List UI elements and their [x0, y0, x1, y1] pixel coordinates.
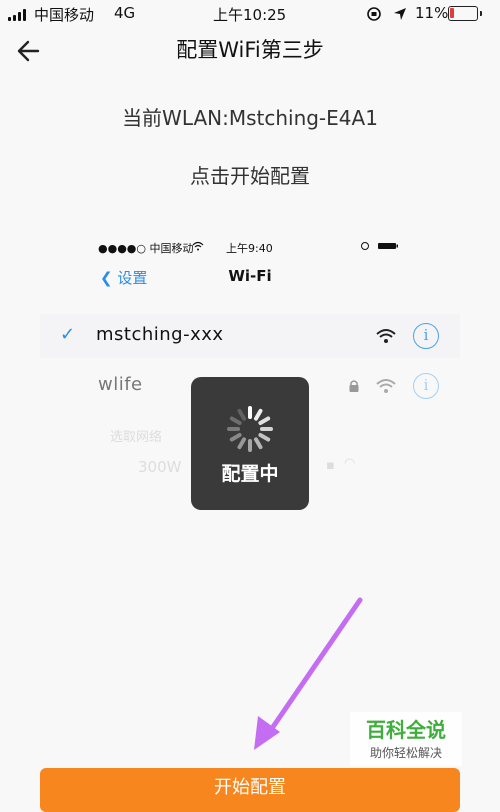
battery-percent: 11% — [415, 4, 449, 22]
illustration-carrier: ●●●●○ 中国移动 — [98, 242, 194, 255]
faded-lock-icon: ▪ — [326, 458, 335, 473]
network-row-selected: ✓ mstching-xxx i — [40, 314, 460, 358]
carrier-label: 中国移动 — [34, 6, 95, 24]
network-name: mstching-xxx — [96, 324, 224, 345]
faded-network-name: 300W — [138, 458, 182, 476]
wifi-signal-icon — [376, 379, 396, 393]
status-bar: 中国移动 4G 上午10:25 11% — [0, 0, 500, 28]
watermark-title: 百科全说 — [366, 718, 446, 742]
spinner-icon — [227, 406, 273, 452]
wifi-signal-icon — [376, 329, 396, 343]
illustration-battery-icon — [361, 242, 398, 250]
instruction-text: 点击开始配置 — [190, 164, 310, 188]
location-icon — [394, 8, 406, 20]
watermark-logo: 百科全说 助你轻松解决 — [350, 712, 462, 766]
signal-icon — [8, 9, 30, 21]
orientation-lock-icon — [367, 7, 381, 21]
start-config-button[interactable]: 开始配置 — [40, 768, 460, 812]
network-type: 4G — [114, 4, 136, 22]
illustration-time: 上午9:40 — [226, 242, 273, 255]
section-label: 选取网络 — [110, 430, 163, 445]
illustration-wifi-icon — [192, 241, 204, 251]
watermark-subtitle: 助你轻松解决 — [369, 746, 442, 760]
lock-icon — [349, 380, 359, 392]
loading-toast: 配置中 — [191, 377, 309, 510]
clock: 上午10:25 — [213, 6, 287, 24]
network-name: wlife — [98, 374, 143, 395]
info-icon: i — [413, 323, 439, 349]
faded-wifi-icon: ◠ — [344, 456, 356, 471]
loading-label: 配置中 — [221, 463, 279, 485]
page-title: 配置WiFi第三步 — [176, 38, 324, 62]
info-icon: i — [413, 373, 439, 399]
current-wlan-label: 当前WLAN:Mstching-E4A1 — [122, 106, 378, 130]
battery-icon — [448, 6, 482, 21]
wifi-title: Wi-Fi — [228, 267, 272, 285]
checkmark-icon: ✓ — [60, 324, 76, 345]
